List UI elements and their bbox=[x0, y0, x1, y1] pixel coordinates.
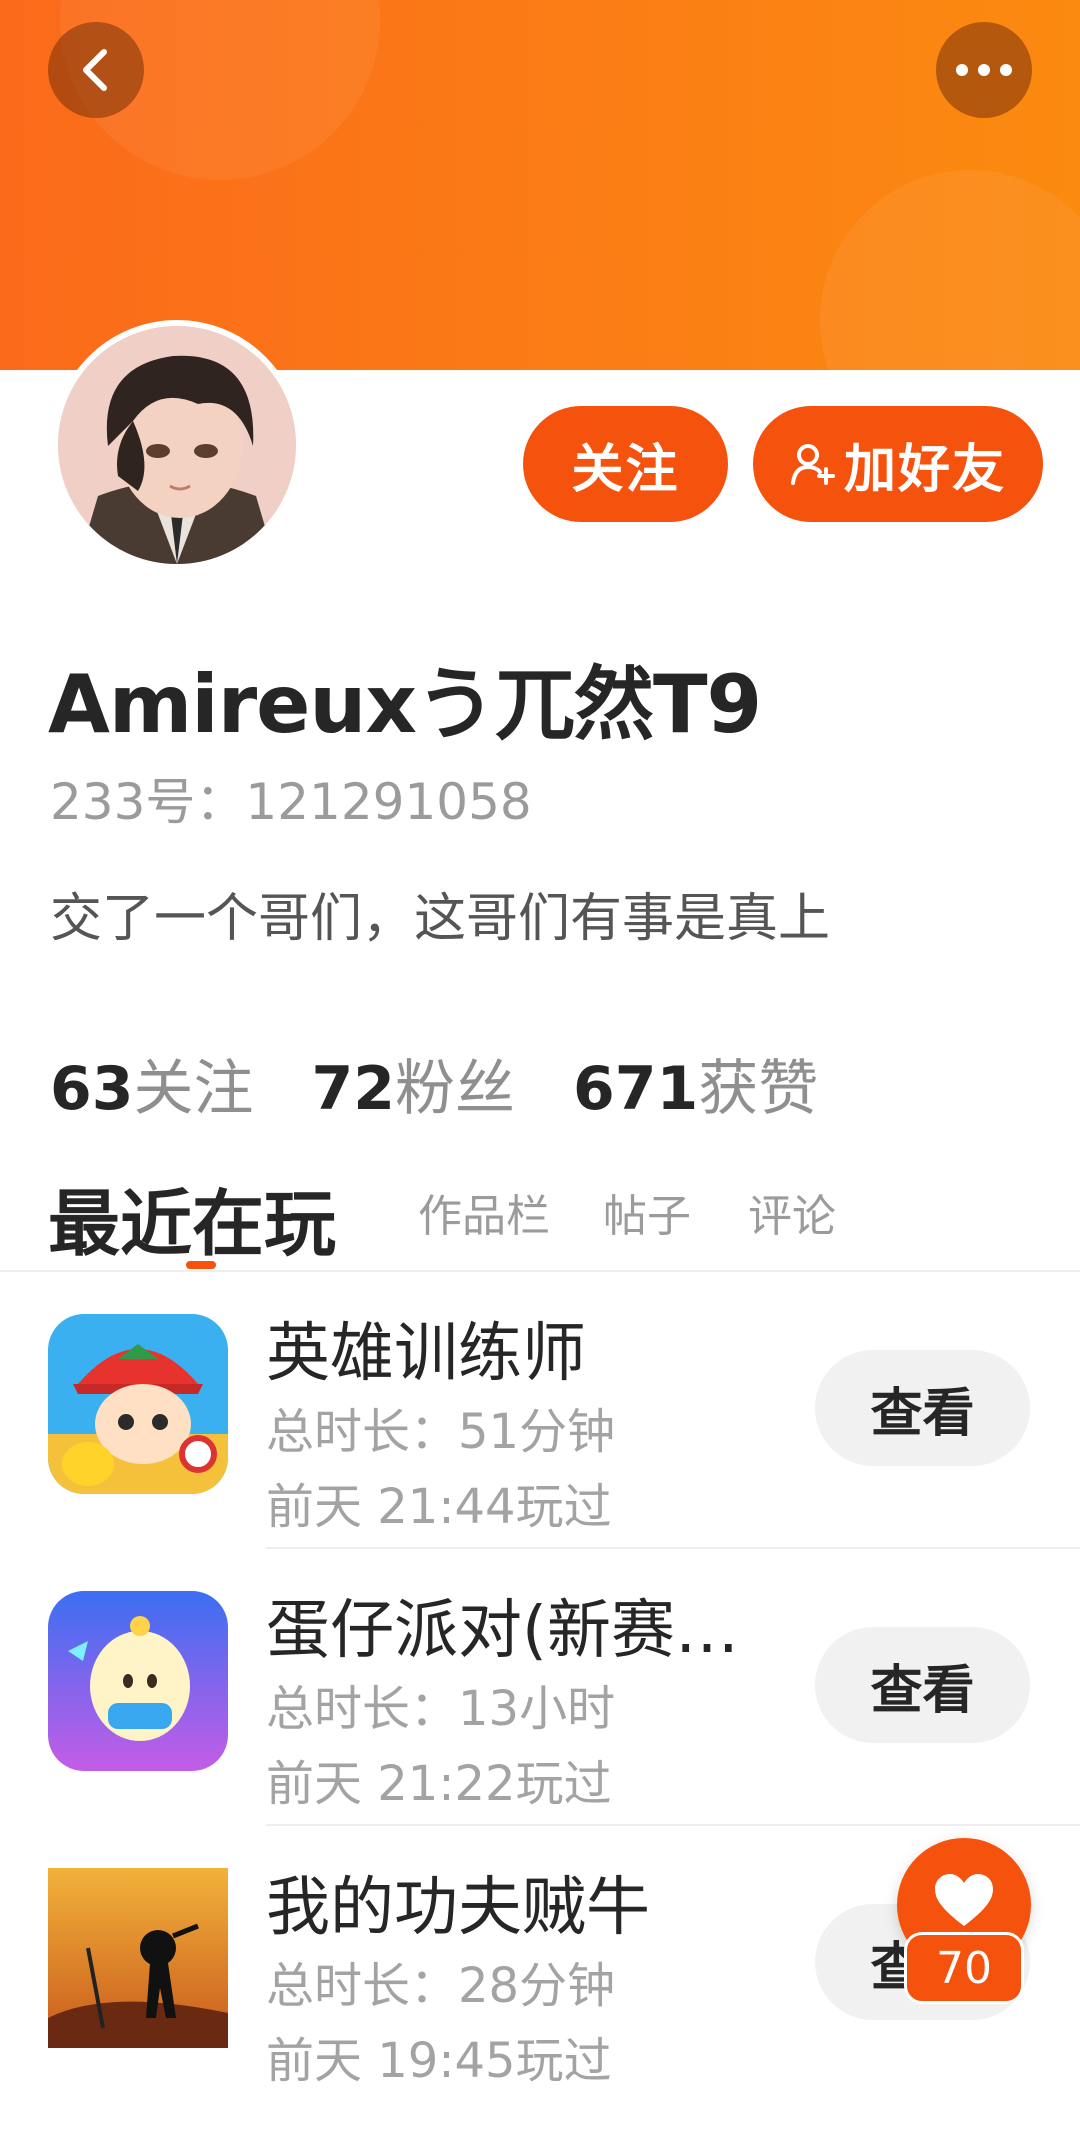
tab-works[interactable]: 作品栏 bbox=[418, 1180, 550, 1244]
game-duration: 总时长：13小时 bbox=[266, 1681, 616, 1737]
view-button[interactable]: 查看 bbox=[815, 1627, 1030, 1743]
game-duration: 总时长：51分钟 bbox=[266, 1404, 616, 1460]
add-user-icon bbox=[790, 444, 835, 485]
active-tab-indicator bbox=[186, 1261, 216, 1269]
stat-likes[interactable]: 671获赞 bbox=[573, 1040, 818, 1127]
stat-value: 72 bbox=[311, 1054, 396, 1124]
avatar-illustration bbox=[58, 326, 296, 564]
tab-recently-played[interactable]: 最近在玩 bbox=[48, 1165, 336, 1270]
profile-stats: 63关注 72粉丝 671获赞 bbox=[50, 1040, 818, 1127]
stat-label: 获赞 bbox=[698, 1054, 819, 1124]
stat-value: 671 bbox=[573, 1054, 699, 1124]
banner-decoration bbox=[820, 170, 1080, 370]
list-item[interactable]: 蛋仔派对(新赛… 总时长：13小时 前天 21:22玩过 查看 bbox=[0, 1549, 1080, 1826]
add-friend-label: 加好友 bbox=[843, 439, 1006, 500]
game-last-played: 前天 19:45玩过 bbox=[266, 2033, 612, 2089]
chevron-left-icon bbox=[83, 49, 107, 91]
game-title: 蛋仔派对(新赛… bbox=[266, 1594, 739, 1668]
profile-header-banner bbox=[0, 0, 1080, 370]
profile-bio: 交了一个哥们，这哥们有事是真上 bbox=[50, 889, 831, 949]
game-title: 我的功夫贼牛 bbox=[266, 1871, 650, 1945]
list-item[interactable]: 英雄训练师 总时长：51分钟 前天 21:44玩过 查看 bbox=[0, 1272, 1080, 1549]
game-icon-eggy-party[interactable] bbox=[48, 1591, 228, 1771]
game-last-played: 前天 21:22玩过 bbox=[266, 1756, 612, 1812]
tab-posts[interactable]: 帖子 bbox=[603, 1180, 691, 1244]
game-title: 英雄训练师 bbox=[266, 1317, 586, 1391]
game-icon-kungfu[interactable] bbox=[48, 1868, 228, 2048]
game-last-played: 前天 21:44玩过 bbox=[266, 1479, 612, 1535]
game-duration: 总时长：28分钟 bbox=[266, 1958, 616, 2014]
avatar[interactable] bbox=[52, 320, 302, 570]
profile-uid: 233号：121291058 bbox=[50, 773, 532, 831]
stat-label: 关注 bbox=[133, 1054, 254, 1124]
follow-button-label: 关注 bbox=[571, 439, 680, 500]
heart-icon bbox=[935, 1874, 993, 1926]
stat-followers[interactable]: 72粉丝 bbox=[312, 1040, 516, 1127]
add-friend-button[interactable]: 加好友 bbox=[753, 406, 1043, 522]
profile-name: Amireuxう兀然T9 bbox=[48, 658, 762, 751]
more-button[interactable] bbox=[936, 22, 1032, 118]
profile-tabs: 最近在玩 作品栏 帖子 评论 bbox=[48, 1165, 1048, 1269]
tab-comments[interactable]: 评论 bbox=[748, 1180, 836, 1244]
stat-value: 63 bbox=[50, 1054, 134, 1124]
stat-following[interactable]: 63关注 bbox=[50, 1040, 254, 1127]
more-dots-icon bbox=[956, 64, 1012, 76]
like-count-badge: 70 bbox=[904, 1932, 1024, 2004]
stat-label: 粉丝 bbox=[395, 1054, 515, 1124]
view-button[interactable]: 查看 bbox=[815, 1350, 1030, 1466]
game-icon-hero-trainer[interactable] bbox=[48, 1314, 228, 1494]
back-button[interactable] bbox=[48, 22, 144, 118]
follow-button[interactable]: 关注 bbox=[523, 406, 728, 522]
